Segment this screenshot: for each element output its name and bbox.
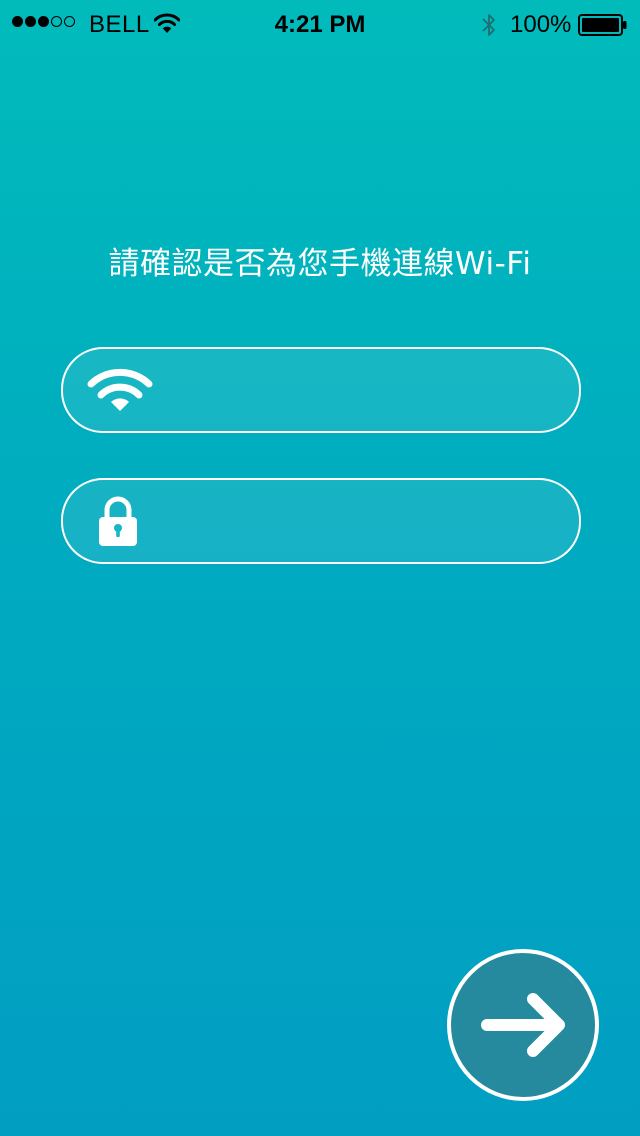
arrow-right-icon bbox=[481, 993, 565, 1057]
battery-icon bbox=[578, 14, 628, 43]
bluetooth-icon bbox=[480, 12, 498, 45]
wifi-ssid-field[interactable] bbox=[61, 347, 581, 433]
wifi-ssid-input[interactable] bbox=[163, 349, 553, 431]
wifi-password-field[interactable] bbox=[61, 478, 581, 564]
lock-icon bbox=[87, 480, 149, 562]
wifi-password-input[interactable] bbox=[163, 480, 553, 562]
battery-percentage: 100% bbox=[510, 11, 572, 38]
next-button[interactable] bbox=[447, 949, 599, 1101]
wifi-confirm-prompt: 請確認是否為您手機連線Wi-Fi bbox=[108, 246, 532, 282]
wifi-icon bbox=[87, 349, 153, 431]
status-bar: BELL 4:21 PM 100% bbox=[0, 0, 640, 48]
